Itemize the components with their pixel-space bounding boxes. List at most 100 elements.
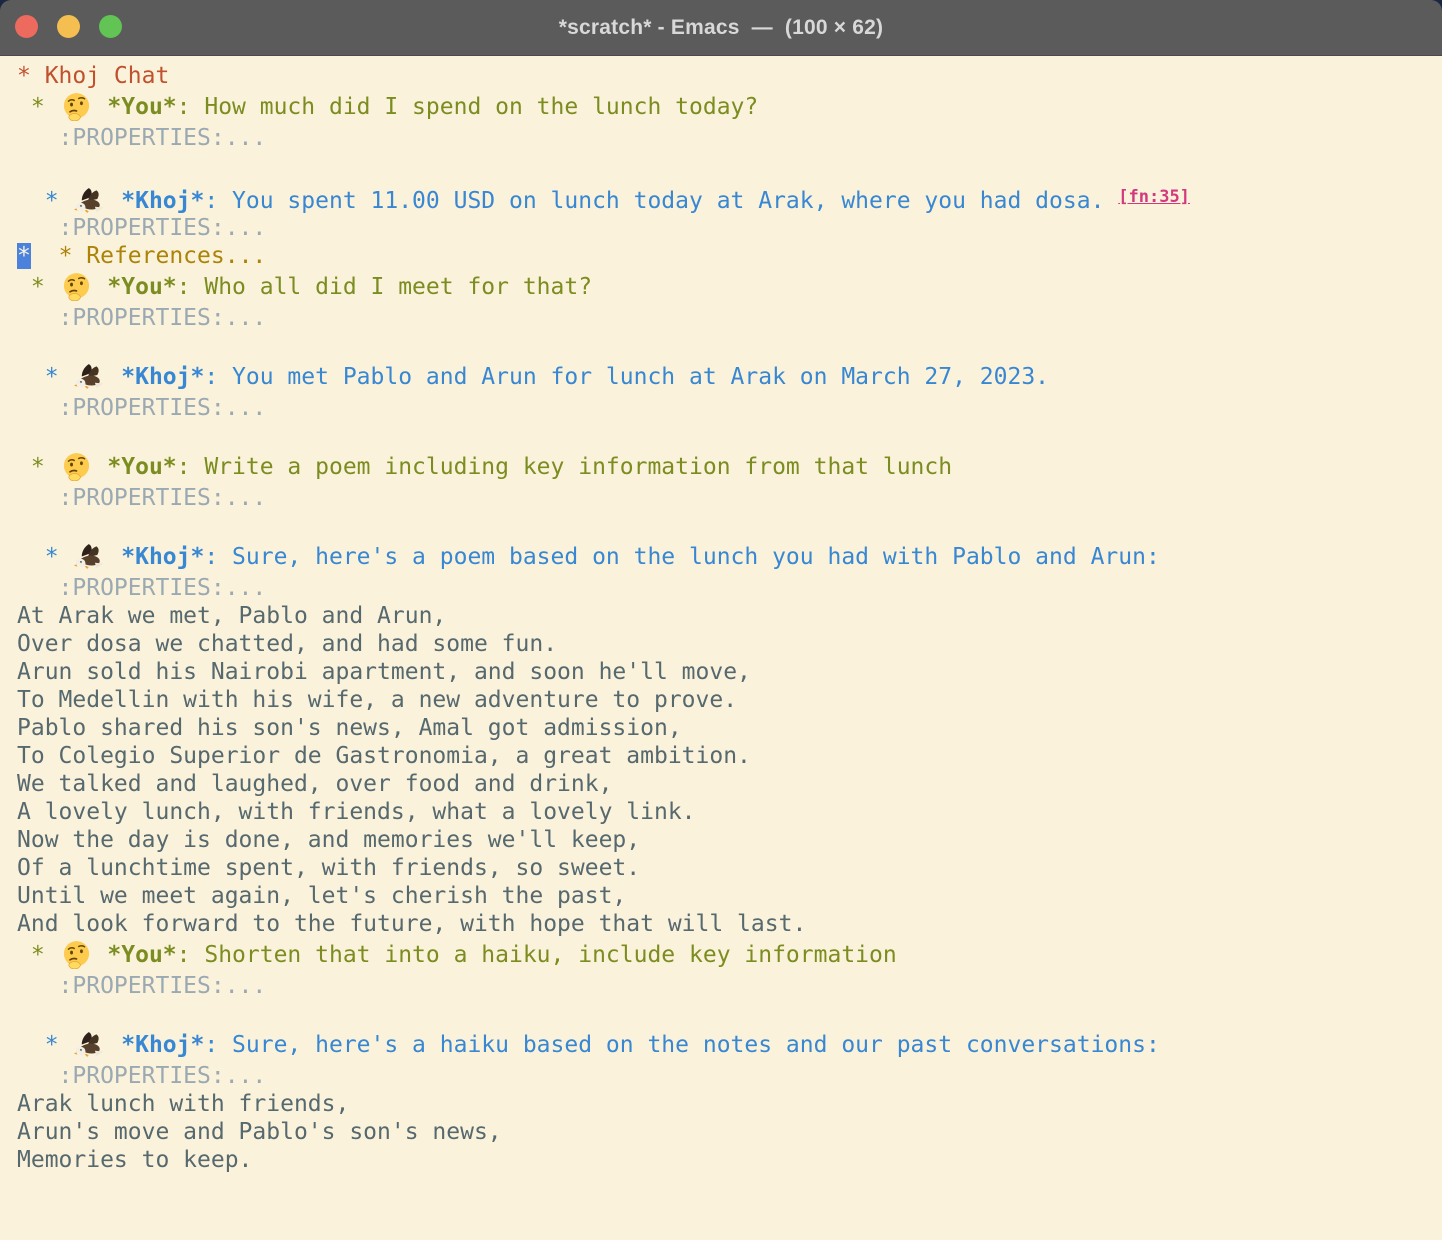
khoj-label: *Khoj* [121, 1032, 204, 1058]
you-message-text: : How much did I spend on the lunch toda… [177, 94, 759, 120]
text-run: * [17, 364, 72, 390]
poem-text: Of a lunchtime spent, with friends, so s… [17, 855, 640, 881]
text-run: * [17, 544, 72, 570]
you-message-text: : Who all did I meet for that? [177, 274, 592, 300]
references-heading[interactable]: * References... [59, 243, 267, 269]
chat-message-you: * *You*: How much did I spend on the lun… [17, 90, 1442, 124]
haiku-line: Memories to keep. [17, 1146, 1442, 1174]
footnote-link[interactable]: [fn:35] [1118, 187, 1190, 207]
haiku-text: Arun's move and Pablo's son's news, [17, 1119, 502, 1145]
poem-line: A lovely lunch, with friends, what a lov… [17, 798, 1442, 826]
poem-line: Pablo shared his son's news, Amal got ad… [17, 714, 1442, 742]
org-heading-khoj-chat: * Khoj Chat [17, 62, 1442, 90]
chat-message-you: * *You*: Shorten that into a haiku, incl… [17, 938, 1442, 972]
poem-line: At Arak we met, Pablo and Arun, [17, 602, 1442, 630]
text-run: * [17, 274, 59, 300]
poem-text: A lovely lunch, with friends, what a lov… [17, 799, 696, 825]
eagle-emoji [74, 186, 105, 215]
blank-line [17, 422, 1442, 450]
thinking-face-emoji [61, 92, 92, 121]
poem-line: Until we meet again, let's cherish the p… [17, 882, 1442, 910]
text-run [107, 188, 121, 214]
poem-text: At Arak we met, Pablo and Arun, [17, 603, 446, 629]
chat-message-khoj: * *Khoj*: You spent 11.00 USD on lunch t… [17, 180, 1442, 214]
properties-drawer-line: :PROPERTIES:... [17, 124, 1442, 152]
text-run [107, 1032, 121, 1058]
properties-drawer[interactable]: :PROPERTIES:... [17, 125, 266, 151]
khoj-label: *Khoj* [121, 188, 204, 214]
properties-drawer[interactable]: :PROPERTIES:... [17, 215, 266, 241]
poem-text: Now the day is done, and memories we'll … [17, 827, 640, 853]
properties-drawer-line: :PROPERTIES:... [17, 484, 1442, 512]
cursor-block: * [17, 243, 31, 269]
poem-line: We talked and laughed, over food and dri… [17, 770, 1442, 798]
minimize-button[interactable] [57, 15, 80, 38]
emacs-window: *scratch* - Emacs — (100 × 62) * Khoj Ch… [0, 0, 1442, 1240]
you-message-text: : Shorten that into a haiku, include key… [177, 942, 897, 968]
poem-text: Until we meet again, let's cherish the p… [17, 883, 626, 909]
haiku-text: Arak lunch with friends, [17, 1091, 349, 1117]
text-run [107, 364, 121, 390]
text-run [94, 454, 108, 480]
poem-text: Pablo shared his son's news, Amal got ad… [17, 715, 682, 741]
references-line: * * References... [17, 242, 1442, 270]
poem-text: We talked and laughed, over food and dri… [17, 771, 612, 797]
blank-line [17, 152, 1442, 180]
chat-message-you: * *You*: Who all did I meet for that? [17, 270, 1442, 304]
khoj-message-text: : Sure, here's a haiku based on the note… [204, 1032, 1159, 1058]
properties-drawer[interactable]: :PROPERTIES:... [17, 395, 266, 421]
properties-drawer[interactable]: :PROPERTIES:... [17, 1063, 266, 1089]
text-run [94, 94, 108, 120]
title-bar[interactable]: *scratch* - Emacs — (100 × 62) [0, 0, 1442, 56]
poem-line: And look forward to the future, with hop… [17, 910, 1442, 938]
window-title: *scratch* - Emacs — (100 × 62) [559, 16, 884, 40]
properties-drawer-line: :PROPERTIES:... [17, 972, 1442, 1000]
haiku-line: Arak lunch with friends, [17, 1090, 1442, 1118]
text-run: * [17, 942, 59, 968]
thinking-face-emoji [61, 272, 92, 301]
properties-drawer-line: :PROPERTIES:... [17, 574, 1442, 602]
poem-line: To Medellin with his wife, a new adventu… [17, 686, 1442, 714]
text-run: * [17, 454, 59, 480]
properties-drawer-line: :PROPERTIES:... [17, 1062, 1442, 1090]
properties-drawer-line: :PROPERTIES:... [17, 214, 1442, 242]
zoom-button[interactable] [99, 15, 122, 38]
chat-message-khoj: * *Khoj*: Sure, here's a haiku based on … [17, 1028, 1442, 1062]
properties-drawer[interactable]: :PROPERTIES:... [17, 973, 266, 999]
you-label: *You* [107, 274, 176, 300]
properties-drawer-line: :PROPERTIES:... [17, 394, 1442, 422]
text-run [94, 274, 108, 300]
haiku-line: Arun's move and Pablo's son's news, [17, 1118, 1442, 1146]
blank-line [17, 1000, 1442, 1028]
poem-text: To Medellin with his wife, a new adventu… [17, 687, 737, 713]
poem-line: Over dosa we chatted, and had some fun. [17, 630, 1442, 658]
poem-text: And look forward to the future, with hop… [17, 911, 806, 937]
chat-message-khoj: * *Khoj*: You met Pablo and Arun for lun… [17, 360, 1442, 394]
blank-line [17, 512, 1442, 540]
properties-drawer[interactable]: :PROPERTIES:... [17, 485, 266, 511]
traffic-lights [15, 15, 122, 38]
close-button[interactable] [15, 15, 38, 38]
haiku-text: Memories to keep. [17, 1147, 252, 1173]
properties-drawer[interactable]: :PROPERTIES:... [17, 575, 266, 601]
buffer[interactable]: * Khoj Chat * *You*: How much did I spen… [0, 56, 1442, 1240]
poem-line: Arun sold his Nairobi apartment, and soo… [17, 658, 1442, 686]
thinking-face-emoji [61, 940, 92, 969]
poem-line: Now the day is done, and memories we'll … [17, 826, 1442, 854]
khoj-label: *Khoj* [121, 544, 204, 570]
khoj-label: *Khoj* [121, 364, 204, 390]
thinking-face-emoji [61, 452, 92, 481]
eagle-emoji [74, 1030, 105, 1059]
you-label: *You* [107, 454, 176, 480]
text-run: * [17, 188, 72, 214]
text-run: * [17, 94, 59, 120]
khoj-message-text: : Sure, here's a poem based on the lunch… [204, 544, 1159, 570]
khoj-message-text: : You met Pablo and Arun for lunch at Ar… [204, 364, 1049, 390]
poem-line: Of a lunchtime spent, with friends, so s… [17, 854, 1442, 882]
properties-drawer[interactable]: :PROPERTIES:... [17, 305, 266, 331]
you-label: *You* [107, 942, 176, 968]
poem-text: Over dosa we chatted, and had some fun. [17, 631, 557, 657]
eagle-emoji [74, 542, 105, 571]
text-run [31, 243, 59, 269]
blank-line [17, 332, 1442, 360]
